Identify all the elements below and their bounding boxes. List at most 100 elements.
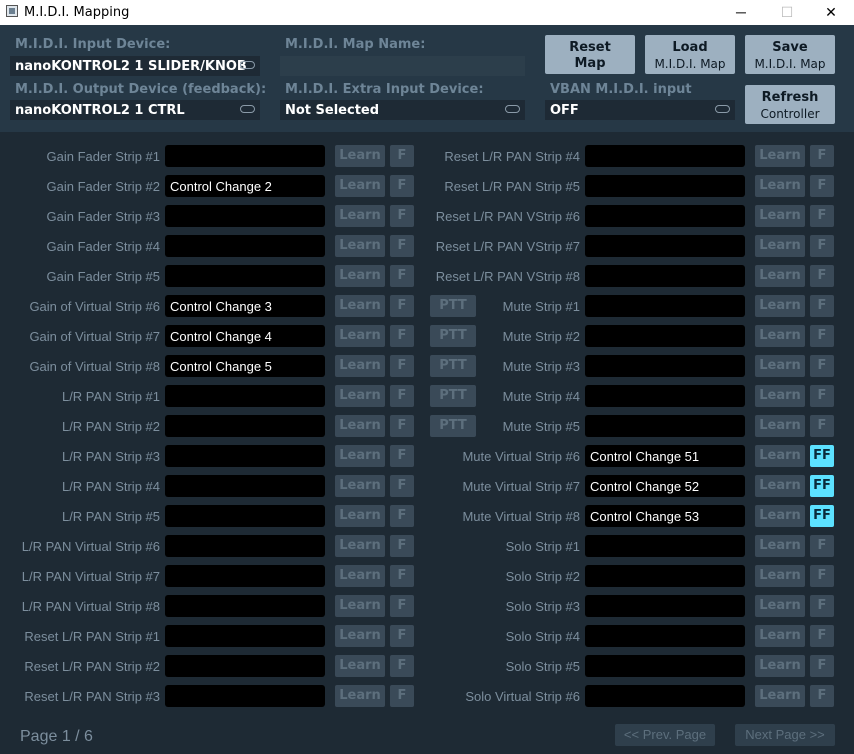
feedback-button[interactable]: F <box>810 235 834 257</box>
left-mapping-field[interactable] <box>165 505 325 527</box>
feedback-button[interactable]: F <box>390 475 414 497</box>
map-name-input[interactable] <box>280 56 525 76</box>
left-mapping-field[interactable]: Control Change 3 <box>165 295 325 317</box>
vban-select[interactable]: OFF <box>545 100 735 120</box>
left-mapping-field[interactable] <box>165 145 325 167</box>
learn-button[interactable]: Learn <box>335 235 385 257</box>
ptt-button[interactable]: PTT <box>430 355 476 377</box>
learn-button[interactable]: Learn <box>755 505 805 527</box>
feedback-button[interactable]: F <box>810 145 834 167</box>
learn-button[interactable]: Learn <box>335 505 385 527</box>
right-mapping-field[interactable] <box>585 205 745 227</box>
right-mapping-field[interactable] <box>585 625 745 647</box>
left-mapping-field[interactable]: Control Change 5 <box>165 355 325 377</box>
feedback-button[interactable]: F <box>390 565 414 587</box>
learn-button[interactable]: Learn <box>335 655 385 677</box>
feedback-button[interactable]: F <box>390 655 414 677</box>
learn-button[interactable]: Learn <box>755 595 805 617</box>
learn-button[interactable]: Learn <box>755 685 805 707</box>
feedback-button-active[interactable]: FF <box>810 505 834 527</box>
learn-button[interactable]: Learn <box>335 535 385 557</box>
right-mapping-field[interactable] <box>585 265 745 287</box>
feedback-button[interactable]: F <box>810 655 834 677</box>
minimize-button[interactable]: ─ <box>718 0 764 25</box>
learn-button[interactable]: Learn <box>755 475 805 497</box>
feedback-button[interactable]: F <box>810 565 834 587</box>
right-mapping-field[interactable] <box>585 235 745 257</box>
right-mapping-field[interactable] <box>585 655 745 677</box>
learn-button[interactable]: Learn <box>335 595 385 617</box>
right-mapping-field[interactable] <box>585 415 745 437</box>
left-mapping-field[interactable] <box>165 655 325 677</box>
learn-button[interactable]: Learn <box>755 145 805 167</box>
learn-button[interactable]: Learn <box>335 385 385 407</box>
next-page-button[interactable]: Next Page >> <box>735 724 835 746</box>
close-button[interactable]: ✕ <box>808 0 854 25</box>
learn-button[interactable]: Learn <box>755 235 805 257</box>
right-mapping-field[interactable]: Control Change 52 <box>585 475 745 497</box>
right-mapping-field[interactable] <box>585 385 745 407</box>
learn-button[interactable]: Learn <box>335 625 385 647</box>
left-mapping-field[interactable] <box>165 535 325 557</box>
feedback-button-active[interactable]: FF <box>810 475 834 497</box>
left-mapping-field[interactable] <box>165 385 325 407</box>
learn-button[interactable]: Learn <box>755 265 805 287</box>
learn-button[interactable]: Learn <box>335 145 385 167</box>
learn-button[interactable]: Learn <box>755 175 805 197</box>
right-mapping-field[interactable] <box>585 295 745 317</box>
learn-button[interactable]: Learn <box>755 655 805 677</box>
load-map-button[interactable]: Load M.I.D.I. Map <box>645 35 735 74</box>
right-mapping-field[interactable] <box>585 685 745 707</box>
left-mapping-field[interactable] <box>165 415 325 437</box>
feedback-button[interactable]: F <box>810 535 834 557</box>
learn-button[interactable]: Learn <box>755 355 805 377</box>
left-mapping-field[interactable] <box>165 565 325 587</box>
feedback-button[interactable]: F <box>810 325 834 347</box>
learn-button[interactable]: Learn <box>755 325 805 347</box>
left-mapping-field[interactable] <box>165 625 325 647</box>
right-mapping-field[interactable] <box>585 175 745 197</box>
right-mapping-field[interactable] <box>585 595 745 617</box>
extra-input-select[interactable]: Not Selected <box>280 100 525 120</box>
ptt-button[interactable]: PTT <box>430 295 476 317</box>
learn-button[interactable]: Learn <box>335 205 385 227</box>
ptt-button[interactable]: PTT <box>430 325 476 347</box>
left-mapping-field[interactable] <box>165 445 325 467</box>
feedback-button[interactable]: F <box>810 355 834 377</box>
output-device-select[interactable]: nanoKONTROL2 1 CTRL <box>10 100 260 120</box>
right-mapping-field[interactable] <box>585 145 745 167</box>
feedback-button[interactable]: F <box>390 625 414 647</box>
feedback-button[interactable]: F <box>390 505 414 527</box>
feedback-button[interactable]: F <box>390 385 414 407</box>
feedback-button[interactable]: F <box>390 235 414 257</box>
feedback-button[interactable]: F <box>810 265 834 287</box>
feedback-button[interactable]: F <box>390 685 414 707</box>
left-mapping-field[interactable]: Control Change 2 <box>165 175 325 197</box>
learn-button[interactable]: Learn <box>335 475 385 497</box>
left-mapping-field[interactable] <box>165 205 325 227</box>
left-mapping-field[interactable]: Control Change 4 <box>165 325 325 347</box>
learn-button[interactable]: Learn <box>755 415 805 437</box>
left-mapping-field[interactable] <box>165 475 325 497</box>
feedback-button-active[interactable]: FF <box>810 445 834 467</box>
right-mapping-field[interactable] <box>585 355 745 377</box>
feedback-button[interactable]: F <box>390 205 414 227</box>
learn-button[interactable]: Learn <box>755 445 805 467</box>
left-mapping-field[interactable] <box>165 685 325 707</box>
learn-button[interactable]: Learn <box>335 415 385 437</box>
feedback-button[interactable]: F <box>390 535 414 557</box>
feedback-button[interactable]: F <box>810 595 834 617</box>
feedback-button[interactable]: F <box>390 145 414 167</box>
learn-button[interactable]: Learn <box>755 565 805 587</box>
learn-button[interactable]: Learn <box>335 355 385 377</box>
learn-button[interactable]: Learn <box>755 205 805 227</box>
learn-button[interactable]: Learn <box>335 265 385 287</box>
feedback-button[interactable]: F <box>810 685 834 707</box>
prev-page-button[interactable]: << Prev. Page <box>615 724 715 746</box>
learn-button[interactable]: Learn <box>755 535 805 557</box>
right-mapping-field[interactable] <box>585 535 745 557</box>
feedback-button[interactable]: F <box>390 415 414 437</box>
feedback-button[interactable]: F <box>810 625 834 647</box>
left-mapping-field[interactable] <box>165 595 325 617</box>
right-mapping-field[interactable] <box>585 325 745 347</box>
